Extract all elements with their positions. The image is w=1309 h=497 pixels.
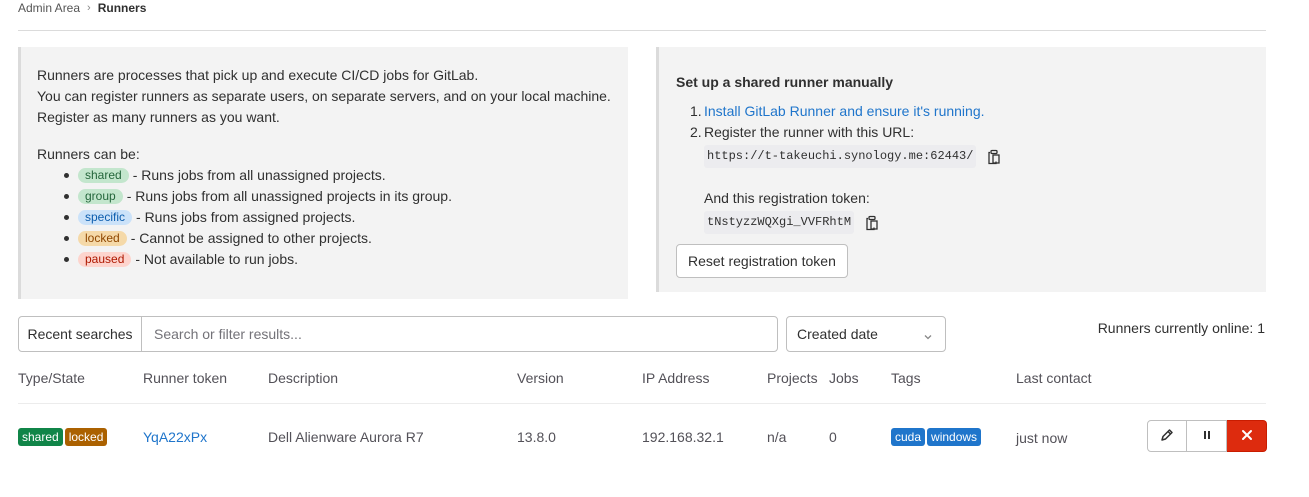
runner-kind-desc: - Not available to run jobs. [135, 251, 299, 267]
column-header-last-contact: Last contact [1016, 370, 1092, 386]
reset-token-button[interactable]: Reset registration token [676, 244, 848, 278]
copy-icon[interactable] [864, 215, 880, 231]
runner-kinds-list: shared - Runs jobs from all unassigned p… [37, 165, 628, 270]
tag-badge: cuda [891, 428, 926, 446]
runner-type-state: shared locked [18, 428, 109, 446]
runner-kind-shared: shared - Runs jobs from all unassigned p… [37, 165, 628, 186]
column-header-type: Type/State [18, 370, 85, 386]
token-label: And this registration token: [704, 190, 870, 206]
runners-info-panel: Runners are processes that pick up and e… [18, 47, 628, 299]
runners-can-be-label: Runners can be: [37, 146, 140, 162]
group-pill: group [78, 189, 123, 204]
step-number: 1. [690, 103, 702, 119]
close-icon [1239, 427, 1255, 446]
specific-pill: specific [78, 210, 133, 225]
register-url-label: Register the runner with this URL: [704, 124, 915, 140]
chevron-right-icon: › [87, 2, 91, 14]
column-header-tags: Tags [891, 370, 921, 386]
runner-jobs: 0 [829, 429, 837, 445]
filtered-search-bar: Recent searches [18, 316, 778, 352]
intro-line: Runners are processes that pick up and e… [37, 67, 479, 83]
column-header-jobs: Jobs [829, 370, 859, 386]
registration-token: tNstyzzWQXgi_VVFRhtM [704, 211, 855, 234]
paused-pill: paused [78, 252, 132, 267]
sort-value: Created date [797, 326, 878, 342]
runner-actions [1147, 420, 1267, 452]
pause-runner-button[interactable] [1187, 420, 1227, 452]
pause-icon [1199, 427, 1215, 446]
runner-ip: 192.168.32.1 [642, 429, 724, 445]
edit-runner-button[interactable] [1147, 420, 1187, 452]
runner-description: Dell Alienware Aurora R7 [268, 429, 424, 445]
column-header-token: Runner token [143, 370, 228, 386]
setup-title: Set up a shared runner manually [676, 74, 894, 90]
divider [18, 30, 1266, 31]
runner-token-link[interactable]: YqA22xPx [143, 429, 207, 445]
chevron-down-icon [923, 329, 933, 340]
sort-select[interactable]: Created date [786, 316, 946, 352]
runner-kind-desc: - Runs jobs from assigned projects. [136, 209, 356, 225]
breadcrumb-admin-area[interactable]: Admin Area [18, 1, 80, 15]
runner-kind-specific: specific - Runs jobs from assigned proje… [37, 207, 628, 228]
shared-runner-setup-panel: Set up a shared runner manually 1. Insta… [656, 47, 1266, 292]
tag-badge: windows [927, 428, 982, 446]
runner-kind-desc: - Runs jobs from all unassigned projects… [132, 167, 386, 183]
shared-pill: shared [78, 168, 129, 183]
column-header-ip: IP Address [642, 370, 710, 386]
setup-step-2: 2. Register the runner with this URL: ht… [690, 122, 1266, 234]
runners-online-count: Runners currently online: 1 [1097, 320, 1265, 336]
runner-projects: n/a [767, 429, 787, 445]
setup-step-1: 1. Install GitLab Runner and ensure it's… [690, 101, 1266, 122]
intro-line: You can register runners as separate use… [37, 88, 611, 104]
table-divider [18, 403, 1266, 404]
recent-searches-button[interactable]: Recent searches [19, 317, 142, 351]
register-url: https://t-takeuchi.synology.me:62443/ [704, 145, 977, 168]
breadcrumb: Admin Area › Runners [18, 0, 146, 16]
runner-kind-desc: - Cannot be assigned to other projects. [130, 230, 372, 246]
intro-line: Register as many runners as you want. [37, 109, 280, 125]
breadcrumb-current: Runners [97, 1, 147, 15]
column-header-description: Description [268, 370, 339, 386]
column-header-version: Version [517, 370, 564, 386]
delete-runner-button[interactable] [1227, 420, 1267, 452]
runner-kind-desc: - Runs jobs from all unassigned projects… [126, 188, 452, 204]
search-input[interactable] [142, 317, 777, 351]
runner-kind-paused: paused - Not available to run jobs. [37, 249, 628, 270]
runner-last-contact: just now [1016, 430, 1068, 446]
runner-kind-group: group - Runs jobs from all unassigned pr… [37, 186, 628, 207]
setup-steps: 1. Install GitLab Runner and ensure it's… [676, 101, 1266, 234]
token-row: tNstyzzWQXgi_VVFRhtM [704, 211, 1266, 234]
install-runner-link[interactable]: Install GitLab Runner and ensure it's ru… [704, 103, 985, 119]
step-number: 2. [690, 124, 702, 140]
shared-badge: shared [18, 428, 63, 446]
pencil-icon [1159, 427, 1175, 446]
runner-version: 13.8.0 [517, 429, 556, 445]
register-url-row: https://t-takeuchi.synology.me:62443/ [704, 145, 1266, 168]
locked-pill: locked [78, 231, 127, 246]
locked-badge: locked [64, 428, 108, 446]
column-header-projects: Projects [767, 370, 818, 386]
runner-kind-locked: locked - Cannot be assigned to other pro… [37, 228, 628, 249]
copy-icon[interactable] [986, 149, 1002, 165]
runner-tags: cuda windows [891, 428, 983, 446]
